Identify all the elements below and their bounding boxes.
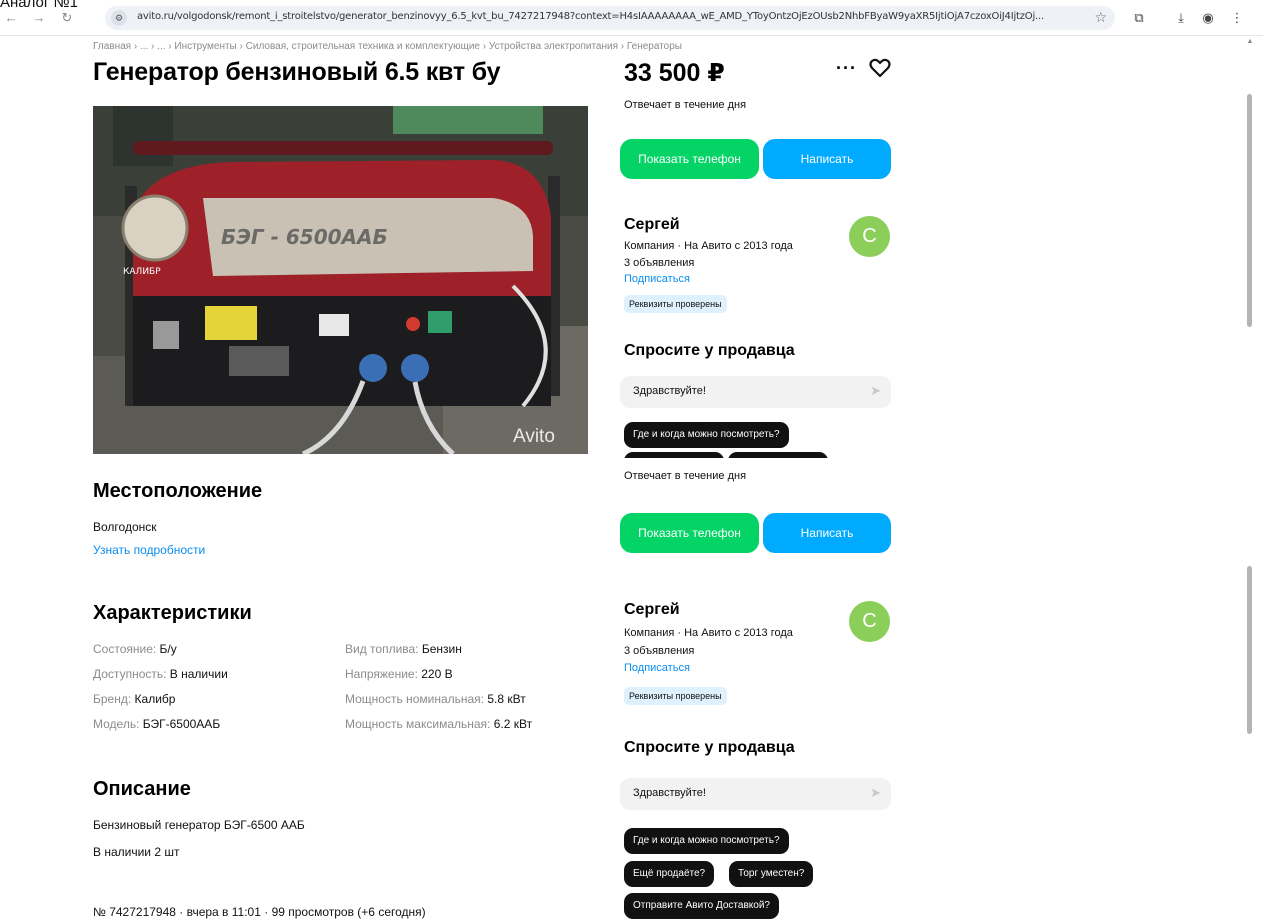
photo-watermark: Avito	[513, 426, 555, 447]
scroll-thumb[interactable]	[1247, 94, 1252, 327]
show-phone-button[interactable]: Показать телефон	[620, 139, 759, 179]
subscribe-link[interactable]: Подписаться	[624, 273, 690, 285]
url-text[interactable]: avito.ru/volgodonsk/remont_i_stroitelstv…	[137, 11, 1087, 22]
spec-availability: Доступность: В наличии	[93, 667, 228, 681]
seller-name[interactable]: Сергей	[624, 601, 680, 619]
photo-model-text: БЭГ - 6500ААБ	[221, 225, 388, 249]
specs-heading: Характеристики	[93, 602, 252, 624]
description-line: В наличии 2 шт	[93, 845, 180, 859]
ask-seller-title: Спросите у продавца	[624, 739, 795, 756]
write-message-button[interactable]: Написать	[763, 513, 891, 553]
quick-question-chip[interactable]: Отправите Авито Доставкой?	[624, 893, 779, 919]
breadcrumb[interactable]: Главная › ... › ... › Инструменты › Сило…	[93, 41, 682, 52]
quick-question-chip-clipped[interactable]	[624, 452, 724, 458]
profile-icon[interactable]: ◉	[1199, 9, 1217, 27]
description-line: Бензиновый генератор БЭГ-6500 ААБ	[93, 818, 305, 832]
downloads-icon[interactable]: ⤓	[1172, 9, 1190, 27]
photo-brand-text: КАЛИБР	[123, 267, 161, 277]
address-bar[interactable]: ⚙ avito.ru/volgodonsk/remont_i_stroitels…	[105, 6, 1115, 30]
spec-voltage: Напряжение: 220 В	[345, 667, 453, 681]
message-input[interactable]: Здравствуйте! ➤	[620, 778, 891, 810]
write-message-button[interactable]: Написать	[763, 139, 891, 179]
spec-max-power: Мощность максимальная: 6.2 кВт	[345, 717, 533, 731]
more-options-icon[interactable]: ···	[836, 58, 857, 79]
site-settings-icon[interactable]: ⚙	[111, 10, 127, 26]
browser-toolbar: ← → ↻ ⚙ avito.ru/volgodonsk/remont_i_str…	[0, 0, 1263, 36]
clipped-chip-row	[624, 452, 828, 458]
verified-badge: Реквизиты проверены	[624, 295, 727, 313]
subscribe-link[interactable]: Подписаться	[624, 662, 690, 674]
location-heading: Местоположение	[93, 480, 263, 502]
spec-fuel: Вид топлива: Бензин	[345, 642, 462, 656]
listing-photo[interactable]: БЭГ - 6500ААБ КАЛИБР Avito	[93, 106, 588, 454]
menu-icon[interactable]: ⋮	[1228, 9, 1246, 27]
send-icon[interactable]: ➤	[870, 785, 881, 801]
message-input-value[interactable]: Здравствуйте!	[633, 385, 706, 397]
scroll-up-icon[interactable]: ▲	[1245, 38, 1255, 45]
quick-question-chip[interactable]: Где и когда можно посмотреть?	[624, 828, 789, 854]
send-icon[interactable]: ➤	[870, 383, 881, 399]
listing-meta: № 7427217948 · вчера в 11:01 · 99 просмо…	[93, 905, 426, 919]
quick-question-chip[interactable]: Где и когда можно посмотреть?	[624, 422, 789, 448]
description-heading: Описание	[93, 778, 191, 800]
verified-badge: Реквизиты проверены	[624, 687, 727, 705]
show-phone-button[interactable]: Показать телефон	[620, 513, 759, 553]
location-city: Волгодонск	[93, 520, 157, 534]
seller-info: Компания · На Авито с 2013 года	[624, 240, 793, 252]
seller-avatar[interactable]: С	[849, 216, 890, 257]
quick-question-chip-clipped[interactable]	[728, 452, 828, 458]
quick-question-chip[interactable]: Торг уместен?	[729, 861, 814, 887]
seller-info: Компания · На Авито с 2013 года	[624, 627, 793, 639]
page-scrollbar[interactable]: ▲	[1246, 36, 1254, 919]
favorite-heart-icon[interactable]	[868, 56, 892, 80]
extensions-icon[interactable]: ⧉	[1130, 9, 1148, 27]
scroll-thumb-duplicate[interactable]	[1247, 566, 1252, 734]
spec-condition: Состояние: Б/у	[93, 642, 177, 656]
page-title: Генератор бензиновый 6.5 квт бу	[93, 58, 501, 86]
spec-model: Модель: БЭГ-6500ААБ	[93, 717, 221, 731]
bookmark-star-icon[interactable]: ☆	[1094, 9, 1107, 26]
overlay-label: Аналог №1	[0, 0, 78, 11]
response-time: Отвечает в течение дня	[624, 99, 747, 111]
spec-brand: Бренд: Калибр	[93, 692, 176, 706]
price: 33 500 ₽	[624, 59, 725, 87]
seller-avatar[interactable]: С	[849, 601, 890, 642]
ask-seller-title: Спросите у продавца	[624, 342, 795, 359]
quick-question-chip[interactable]: Ещё продаёте?	[624, 861, 715, 887]
message-input-value[interactable]: Здравствуйте!	[633, 787, 706, 799]
seller-ads-count[interactable]: 3 объявления	[624, 257, 694, 269]
response-time: Отвечает в течение дня	[624, 470, 747, 482]
message-input[interactable]: Здравствуйте! ➤	[620, 376, 891, 408]
seller-name[interactable]: Сергей	[624, 216, 680, 234]
location-details-link[interactable]: Узнать подробности	[93, 543, 205, 557]
seller-ads-count[interactable]: 3 объявления	[624, 645, 694, 657]
spec-rated-power: Мощность номинальная: 5.8 кВт	[345, 692, 526, 706]
